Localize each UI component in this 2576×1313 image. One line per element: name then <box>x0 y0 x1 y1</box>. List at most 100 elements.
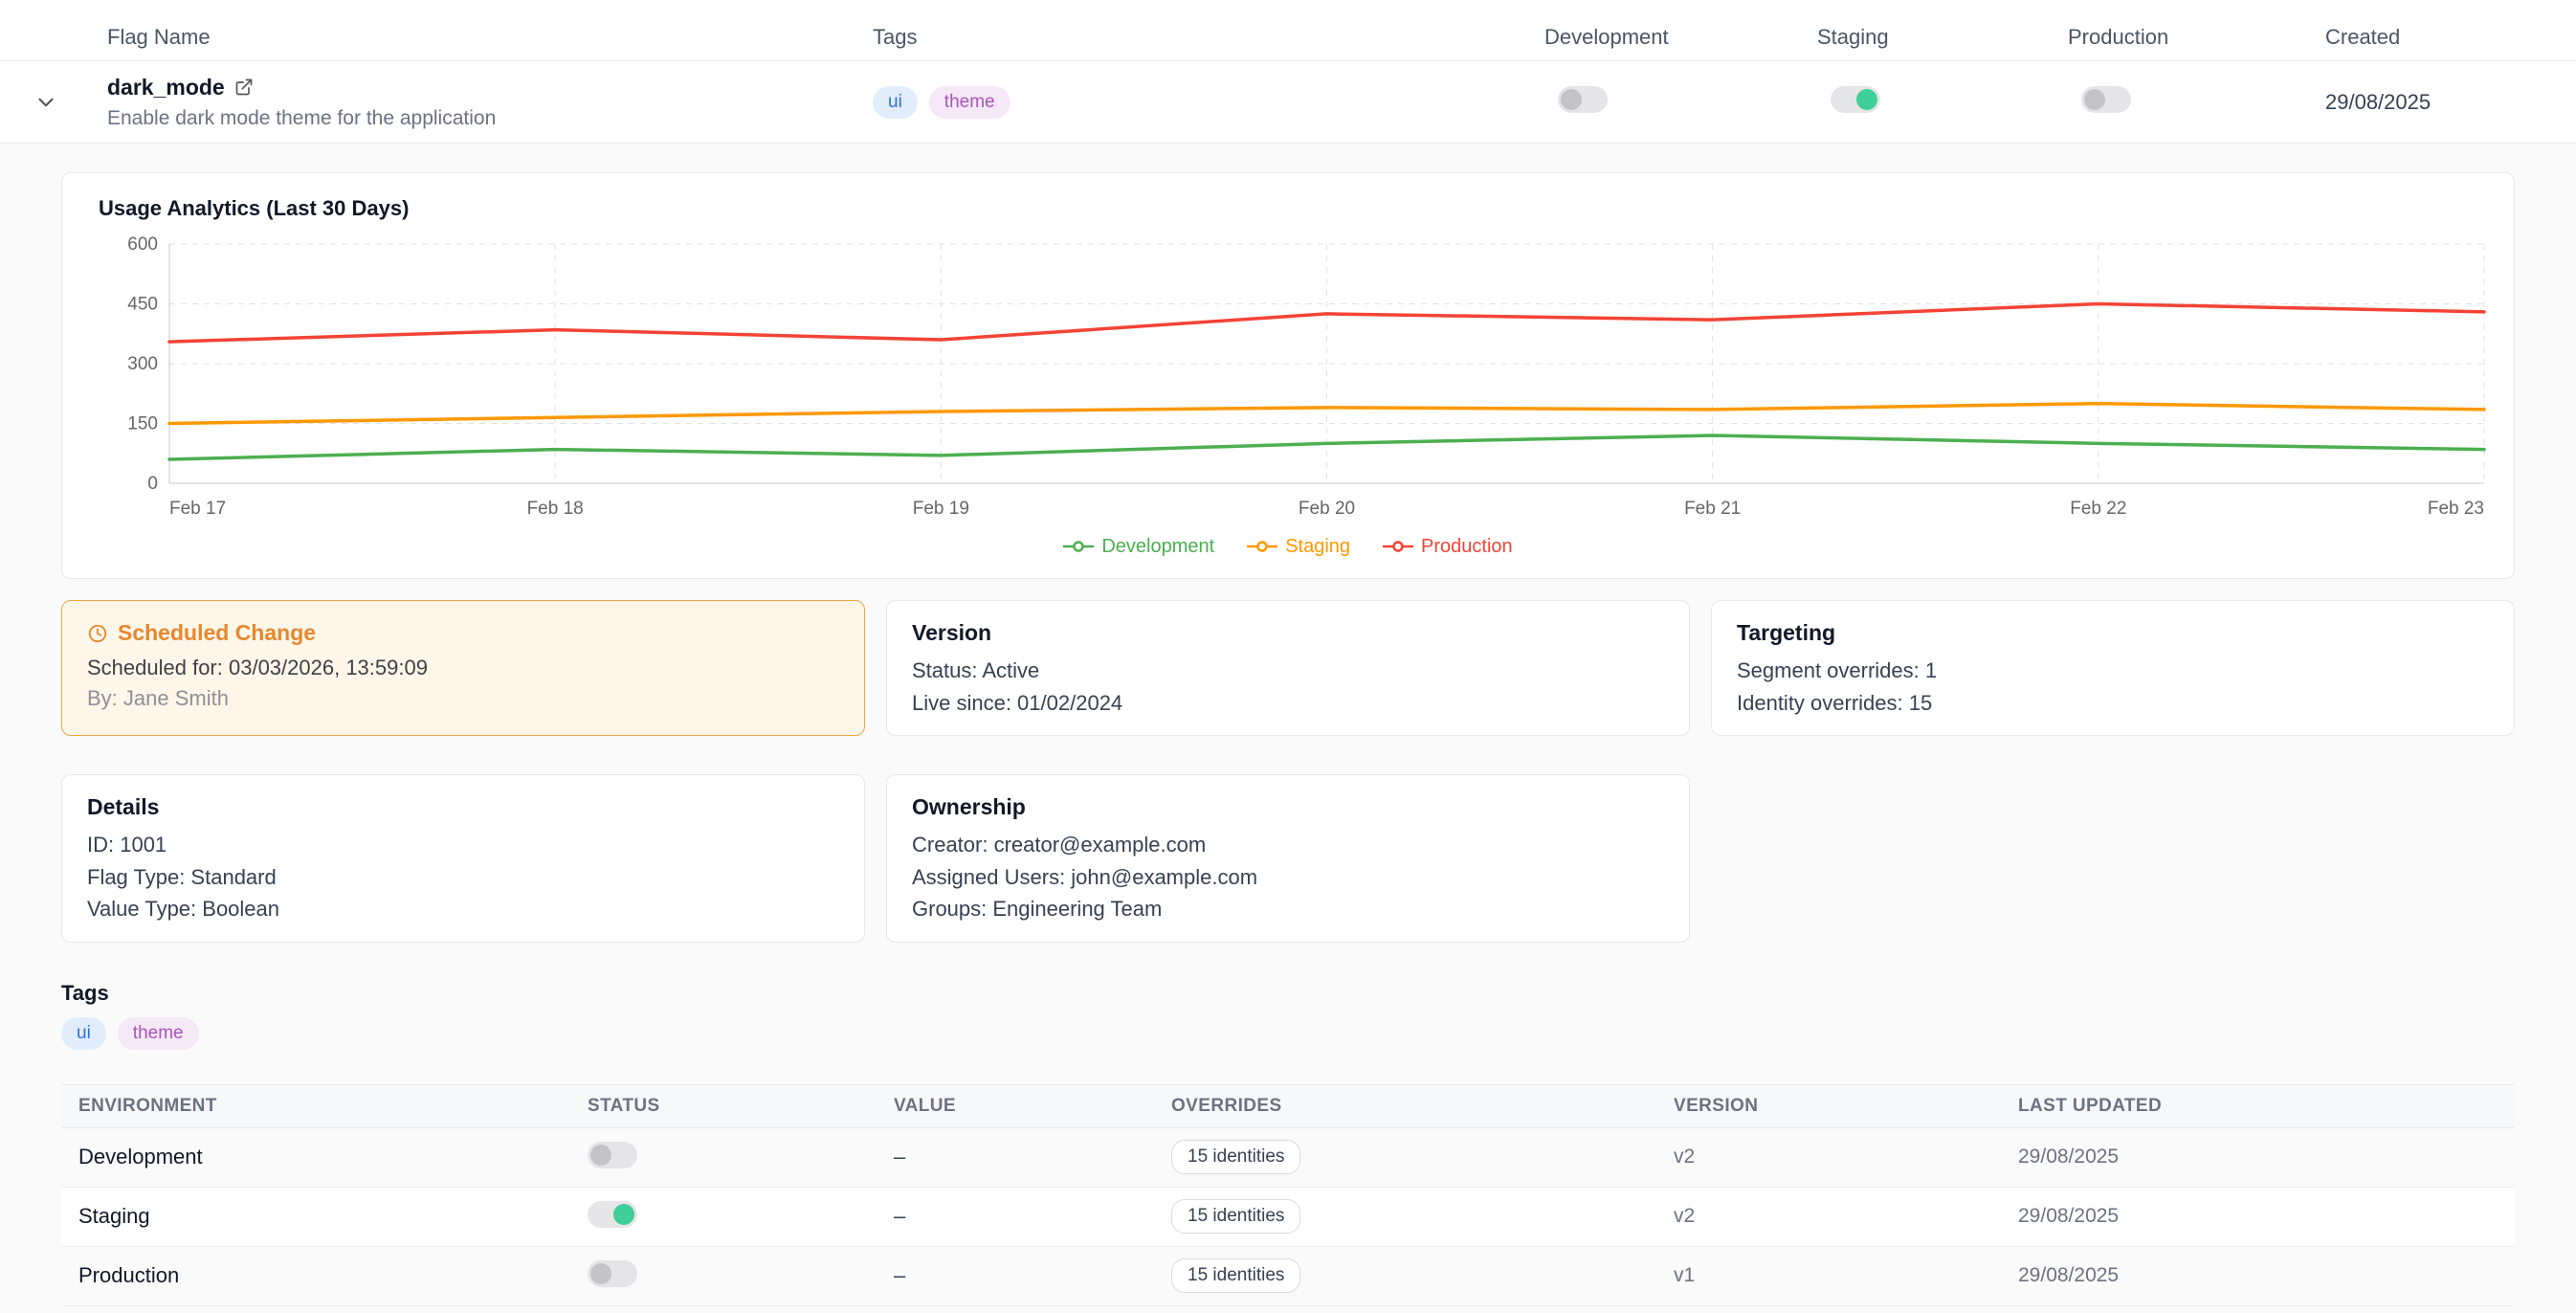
identity-overrides: Identity overrides: 15 <box>1737 690 2489 717</box>
svg-text:Feb 22: Feb 22 <box>2070 499 2126 519</box>
svg-text:0: 0 <box>147 474 158 494</box>
targeting-card-title: Targeting <box>1737 620 2489 646</box>
overrides-badge[interactable]: 15 identities <box>1171 1258 1300 1293</box>
value-type: Value Type: Boolean <box>87 896 839 923</box>
flag-table: Flag Name Tags Development Staging Produ… <box>0 0 2576 144</box>
flag-id: ID: 1001 <box>87 832 839 858</box>
created-date: 29/08/2025 <box>2283 90 2576 115</box>
environment-version: v1 <box>1674 1264 2018 1287</box>
environment-value: – <box>894 1145 1171 1169</box>
environment-table-header: ENVIRONMENT STATUS VALUE OVERRIDES VERSI… <box>61 1084 2515 1128</box>
details-card-title: Details <box>87 794 839 820</box>
legend-marker-icon <box>1063 540 1094 553</box>
col-header-value: VALUE <box>894 1096 1171 1117</box>
environment-version: v2 <box>1674 1205 2018 1228</box>
flag-detail-panel: Usage Analytics (Last 30 Days) 015030045… <box>0 144 2576 1313</box>
staging-toggle[interactable] <box>1831 86 1880 113</box>
toggle-knob <box>613 1204 634 1225</box>
environment-last-updated: 29/08/2025 <box>2018 1205 2515 1228</box>
environment-table: ENVIRONMENT STATUS VALUE OVERRIDES VERSI… <box>61 1084 2515 1313</box>
version-live-since: Live since: 01/02/2024 <box>912 690 1664 717</box>
flag-row: dark_mode Enable dark mode theme for the… <box>0 61 2576 144</box>
toggle-knob <box>2084 89 2105 110</box>
col-header-flag-name: Flag Name <box>92 25 857 50</box>
environment-last-updated: 29/08/2025 <box>2018 1264 2515 1287</box>
toggle-knob <box>590 1263 611 1284</box>
usage-analytics-card: Usage Analytics (Last 30 Days) 015030045… <box>61 172 2515 579</box>
col-header-overrides: OVERRIDES <box>1171 1096 1674 1117</box>
svg-text:150: 150 <box>127 414 158 434</box>
segment-overrides: Segment overrides: 1 <box>1737 657 2489 684</box>
col-header-created: Created <box>2283 25 2576 50</box>
environment-name: Staging <box>61 1204 588 1229</box>
ownership-card: Ownership Creator: creator@example.com A… <box>886 774 1690 943</box>
svg-text:Feb 17: Feb 17 <box>169 499 226 519</box>
overrides-badge[interactable]: 15 identities <box>1171 1199 1300 1234</box>
col-header-environment: ENVIRONMENT <box>61 1096 588 1117</box>
feature-flag-page: Flag Name Tags Development Staging Produ… <box>0 0 2576 1313</box>
usage-chart-svg: 0150300450600Feb 17Feb 18Feb 19Feb 20Feb… <box>99 233 2498 523</box>
tag-chip-ui: ui <box>873 86 918 119</box>
environment-name: Development <box>61 1145 588 1169</box>
legend-item-development[interactable]: Development <box>1063 536 1214 558</box>
tag-chip-ui: ui <box>61 1017 106 1050</box>
tag-chip-theme: theme <box>118 1017 199 1050</box>
assigned-users: Assigned Users: john@example.com <box>912 864 1664 891</box>
legend-marker-icon <box>1383 540 1413 553</box>
development-status-toggle[interactable] <box>588 1142 637 1168</box>
info-cards-grid: Scheduled Change Scheduled for: 03/03/20… <box>61 600 2515 943</box>
overrides-badge[interactable]: 15 identities <box>1171 1140 1300 1174</box>
flag-type: Flag Type: Standard <box>87 864 839 891</box>
development-toggle[interactable] <box>1558 86 1608 113</box>
expand-chevron-icon[interactable] <box>33 90 58 115</box>
scheduled-change-title: Scheduled Change <box>118 620 316 646</box>
version-card-title: Version <box>912 620 1664 646</box>
environment-last-updated: 29/08/2025 <box>2018 1146 2515 1168</box>
scheduled-for-text: Scheduled for: 03/03/2026, 13:59:09 <box>87 656 839 680</box>
scheduled-by-text: By: Jane Smith <box>87 686 839 711</box>
tags-section: Tags ui theme <box>61 981 2515 1050</box>
details-card: Details ID: 1001 Flag Type: Standard Val… <box>61 774 865 943</box>
version-status: Status: Active <box>912 657 1664 684</box>
chart-title: Usage Analytics (Last 30 Days) <box>99 196 2477 221</box>
environment-row-development: Development – 15 identities v2 29/08/202… <box>61 1128 2515 1188</box>
environment-value: – <box>894 1204 1171 1229</box>
flag-description: Enable dark mode theme for the applicati… <box>92 107 857 130</box>
tags-section-title: Tags <box>61 981 2515 1006</box>
col-header-tags: Tags <box>857 25 1518 50</box>
creator: Creator: creator@example.com <box>912 832 1664 858</box>
toggle-knob <box>1856 89 1877 110</box>
col-header-production: Production <box>2041 25 2283 50</box>
col-header-development: Development <box>1518 25 1790 50</box>
environment-value: – <box>894 1263 1171 1288</box>
legend-item-production[interactable]: Production <box>1383 536 1513 558</box>
col-header-version: VERSION <box>1674 1096 2018 1117</box>
svg-text:300: 300 <box>127 354 158 374</box>
col-header-status: STATUS <box>588 1096 894 1117</box>
col-header-last-updated: LAST UPDATED <box>2018 1096 2515 1117</box>
environment-version: v2 <box>1674 1146 2018 1168</box>
svg-text:Feb 20: Feb 20 <box>1299 499 1355 519</box>
environment-name: Production <box>61 1263 588 1288</box>
version-card: Version Status: Active Live since: 01/02… <box>886 600 1690 736</box>
table-footer: Show additional details <box>61 1306 2515 1313</box>
chart-legend: Development Staging Production <box>99 530 2477 563</box>
empty-grid-cell <box>1711 774 2515 943</box>
production-toggle[interactable] <box>2081 86 2131 113</box>
clock-icon <box>87 623 108 644</box>
production-status-toggle[interactable] <box>588 1260 637 1287</box>
svg-text:600: 600 <box>127 234 158 255</box>
toggle-knob <box>590 1145 611 1166</box>
scheduled-change-card: Scheduled Change Scheduled for: 03/03/20… <box>61 600 865 736</box>
col-header-staging: Staging <box>1790 25 2041 50</box>
tag-chip-theme: theme <box>929 86 1010 119</box>
svg-text:Feb 23: Feb 23 <box>2428 499 2484 519</box>
legend-item-staging[interactable]: Staging <box>1247 536 1350 558</box>
toggle-knob <box>1561 89 1582 110</box>
flag-name[interactable]: dark_mode <box>107 75 225 100</box>
svg-text:Feb 18: Feb 18 <box>527 499 584 519</box>
external-link-icon[interactable] <box>234 78 254 97</box>
flag-table-header: Flag Name Tags Development Staging Produ… <box>0 13 2576 61</box>
staging-status-toggle[interactable] <box>588 1201 637 1228</box>
environment-row-staging: Staging – 15 identities v2 29/08/2025 <box>61 1188 2515 1247</box>
